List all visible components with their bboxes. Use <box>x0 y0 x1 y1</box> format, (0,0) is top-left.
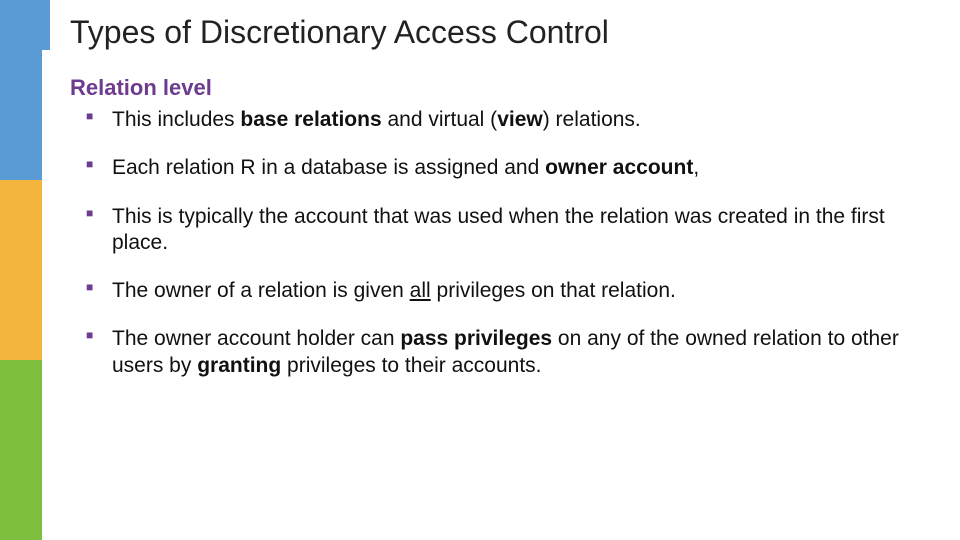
title-accent-bar <box>42 0 50 50</box>
bullet-text-part: pass privileges <box>400 327 552 350</box>
bullet-text-part: view <box>497 108 543 131</box>
bullet-item: Each relation R in a database is assigne… <box>106 155 930 181</box>
slide-title: Types of Discretionary Access Control <box>70 14 930 51</box>
sidebar-seg-gold <box>0 180 42 360</box>
slide: Types of Discretionary Access Control Re… <box>0 0 960 540</box>
bullet-item: The owner of a relation is given all pri… <box>106 278 930 304</box>
bullet-item: This includes base relations and virtual… <box>106 107 930 133</box>
content: Types of Discretionary Access Control Re… <box>70 14 930 401</box>
bullet-text-part: granting <box>197 354 281 377</box>
slide-subhead: Relation level <box>70 75 930 101</box>
bullet-text-part: The owner account holder can <box>112 327 400 350</box>
bullet-text-part: privileges to their accounts. <box>281 354 541 377</box>
bullet-text-part: ) relations. <box>543 108 641 131</box>
bullet-text-part: Each relation R in a database is assigne… <box>112 156 545 179</box>
bullet-text-part: This is typically the account that was u… <box>112 205 885 254</box>
bullet-text-part: owner account <box>545 156 693 179</box>
bullet-list: This includes base relations and virtual… <box>70 107 930 379</box>
bullet-text-part: base relations <box>240 108 381 131</box>
sidebar-seg-blue <box>0 0 42 180</box>
bullet-text-part: This includes <box>112 108 240 131</box>
sidebar-accent <box>0 0 42 540</box>
bullet-text-part: and virtual ( <box>382 108 498 131</box>
sidebar-seg-green <box>0 360 42 540</box>
bullet-text-part: privileges on that relation. <box>431 279 676 302</box>
bullet-text-part: The owner of a relation is given <box>112 279 410 302</box>
bullet-text-part: , <box>693 156 699 179</box>
bullet-item: This is typically the account that was u… <box>106 204 930 257</box>
bullet-item: The owner account holder can pass privil… <box>106 326 930 379</box>
bullet-text-part: all <box>410 279 431 302</box>
